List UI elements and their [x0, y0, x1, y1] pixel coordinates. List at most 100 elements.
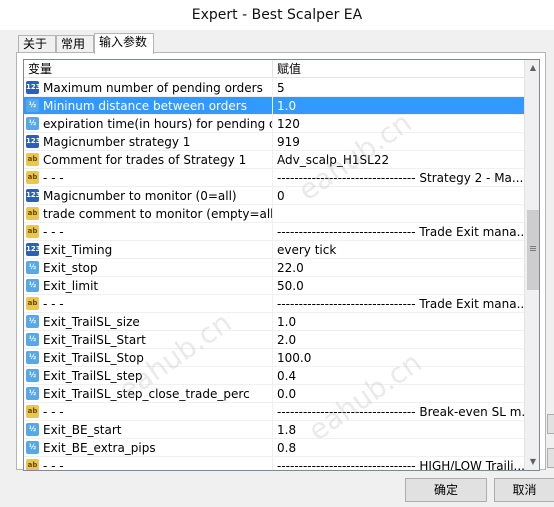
- double-type-icon: ½: [26, 117, 39, 130]
- column-header-value[interactable]: 赋值: [273, 60, 523, 78]
- string-type-icon: ab: [26, 225, 39, 238]
- column-header-variable[interactable]: 变量: [24, 60, 272, 78]
- double-type-icon: ½: [26, 99, 39, 112]
- tab-inputs[interactable]: 输入参数: [94, 33, 154, 54]
- string-type-icon: ab: [26, 459, 39, 470]
- parameter-value[interactable]: 22.0: [272, 259, 524, 277]
- parameters-grid: 变量 赋值 123 Maximum number of pending order…: [23, 59, 540, 471]
- tab-about[interactable]: 关于: [18, 35, 56, 53]
- parameter-name: Exit_TrailSL_step: [43, 369, 143, 383]
- parameter-value[interactable]: every tick: [272, 241, 524, 259]
- parameter-name: Exit_TrailSL_size: [43, 315, 140, 329]
- parameter-row[interactable]: ½ Mininum distance between orders 1.0: [24, 97, 524, 115]
- parameter-name: Exit_BE_start: [43, 423, 122, 437]
- parameter-value[interactable]: -------------------------------- Break-e…: [272, 403, 524, 421]
- parameter-name-cell: ½ Exit_TrailSL_step: [24, 367, 272, 385]
- parameter-name: - - -: [43, 171, 64, 185]
- inputs-panel: 变量 赋值 123 Maximum number of pending order…: [16, 52, 546, 471]
- parameter-value[interactable]: 0: [272, 187, 524, 205]
- parameter-row[interactable]: 123 Exit_Timing every tick: [24, 241, 524, 259]
- parameter-name-cell: ab - - -: [24, 295, 272, 313]
- parameter-value[interactable]: 919: [272, 133, 524, 151]
- parameter-value[interactable]: -------------------------------- Trade E…: [272, 223, 524, 241]
- parameter-value[interactable]: 1.0: [272, 97, 524, 115]
- parameter-name: - - -: [43, 297, 64, 311]
- tab-common[interactable]: 常用: [56, 35, 94, 53]
- parameter-name-cell: ½ Exit_TrailSL_Stop: [24, 349, 272, 367]
- parameter-row[interactable]: ab - - - -------------------------------- …: [24, 169, 524, 187]
- vertical-scrollbar[interactable]: ▲ ▼: [524, 60, 539, 470]
- parameter-row[interactable]: ab Comment for trades of Strategy 1 Adv_sc…: [24, 151, 524, 169]
- parameter-row[interactable]: ½ Exit_TrailSL_Start 2.0: [24, 331, 524, 349]
- parameter-value[interactable]: 1.0: [272, 313, 524, 331]
- parameter-row[interactable]: 123 Maximum number of pending orders 5: [24, 79, 524, 97]
- double-type-icon: ½: [26, 387, 39, 400]
- parameter-name-cell: 123 Magicnumber strategy 1: [24, 133, 272, 151]
- parameter-value[interactable]: 0.0: [272, 385, 524, 403]
- parameter-row[interactable]: ab trade comment to monitor (empty=all): [24, 205, 524, 223]
- parameter-row[interactable]: 123 Magicnumber to monitor (0=all) 0: [24, 187, 524, 205]
- double-type-icon: ½: [26, 315, 39, 328]
- parameter-value[interactable]: 0.8: [272, 439, 524, 457]
- parameter-value[interactable]: 50.0: [272, 277, 524, 295]
- parameter-value[interactable]: 1.8: [272, 421, 524, 439]
- parameter-name-cell: ½ Exit_TrailSL_step_close_trade_perc: [24, 385, 272, 403]
- parameter-value[interactable]: 0.4: [272, 367, 524, 385]
- parameter-name-cell: ½ Exit_TrailSL_size: [24, 313, 272, 331]
- integer-type-icon: 123: [26, 243, 41, 256]
- parameter-row[interactable]: ab - - - -------------------------------- …: [24, 295, 524, 313]
- string-type-icon: ab: [26, 207, 39, 220]
- parameter-value[interactable]: [272, 205, 524, 223]
- parameter-row[interactable]: ½ Exit_TrailSL_step_close_trade_perc 0.0: [24, 385, 524, 403]
- scrollbar-thumb[interactable]: [527, 210, 539, 290]
- parameter-name-cell: ½ expiration time(in hours) for pending o…: [24, 115, 272, 133]
- parameter-row[interactable]: ½ Exit_TrailSL_size 1.0: [24, 313, 524, 331]
- parameter-row[interactable]: ab - - - -------------------------------- …: [24, 403, 524, 421]
- parameter-name-cell: 123 Exit_Timing: [24, 241, 272, 259]
- parameter-name: Mininum distance between orders: [43, 99, 247, 113]
- cancel-button[interactable]: 取消: [494, 478, 554, 502]
- parameter-value[interactable]: 5: [272, 79, 524, 97]
- parameter-value[interactable]: 100.0: [272, 349, 524, 367]
- string-type-icon: ab: [26, 297, 39, 310]
- side-button-stub-lower[interactable]: [547, 448, 554, 468]
- parameter-name-cell: ½ Exit_stop: [24, 259, 272, 277]
- string-type-icon: ab: [26, 153, 39, 166]
- parameter-name-cell: ab Comment for trades of Strategy 1: [24, 151, 272, 169]
- parameter-row[interactable]: ab - - - -------------------------------- …: [24, 223, 524, 241]
- ok-button[interactable]: 确定: [405, 478, 487, 502]
- thumb-grip-icon: [530, 246, 536, 247]
- parameter-row[interactable]: ½ Exit_stop 22.0: [24, 259, 524, 277]
- parameter-name: Exit_TrailSL_Stop: [43, 351, 144, 365]
- parameter-value[interactable]: -------------------------------- Trade E…: [272, 295, 524, 313]
- parameter-row[interactable]: ½ Exit_BE_extra_pips 0.8: [24, 439, 524, 457]
- parameter-name: Exit_Timing: [43, 243, 113, 257]
- parameter-row[interactable]: ½ Exit_limit 50.0: [24, 277, 524, 295]
- parameter-value[interactable]: Adv_scalp_H1SL22: [272, 151, 524, 169]
- parameter-row[interactable]: ½ Exit_BE_start 1.8: [24, 421, 524, 439]
- scroll-up-arrow-icon[interactable]: ▲: [525, 60, 539, 76]
- parameter-row[interactable]: ab - - - -------------------------------- …: [24, 457, 524, 471]
- parameter-name-cell: 123 Magicnumber to monitor (0=all): [24, 187, 272, 205]
- parameter-name-cell: ½ Mininum distance between orders: [24, 97, 272, 115]
- parameter-value[interactable]: -------------------------------- HIGH/LO…: [272, 457, 524, 470]
- parameter-row[interactable]: ½ Exit_TrailSL_Stop 100.0: [24, 349, 524, 367]
- scroll-down-arrow-icon[interactable]: ▼: [525, 454, 539, 470]
- parameter-name-cell: ab trade comment to monitor (empty=all): [24, 205, 272, 223]
- parameter-row[interactable]: 123 Magicnumber strategy 1 919: [24, 133, 524, 151]
- parameter-name: Comment for trades of Strategy 1: [43, 153, 247, 167]
- side-button-stub-upper[interactable]: [547, 414, 554, 434]
- integer-type-icon: 123: [26, 135, 41, 148]
- integer-type-icon: 123: [26, 189, 41, 202]
- parameter-value[interactable]: 120: [272, 115, 524, 133]
- parameter-name-cell: ½ Exit_BE_extra_pips: [24, 439, 272, 457]
- grid-header: 变量 赋值: [24, 60, 524, 78]
- parameter-row[interactable]: ½ expiration time(in hours) for pending o…: [24, 115, 524, 133]
- parameter-value[interactable]: 2.0: [272, 331, 524, 349]
- double-type-icon: ½: [26, 279, 39, 292]
- parameter-name: - - -: [43, 225, 64, 239]
- parameter-value[interactable]: -------------------------------- Strateg…: [272, 169, 524, 187]
- double-type-icon: ½: [26, 261, 39, 274]
- parameter-row[interactable]: ½ Exit_TrailSL_step 0.4: [24, 367, 524, 385]
- parameter-name: - - -: [43, 459, 64, 471]
